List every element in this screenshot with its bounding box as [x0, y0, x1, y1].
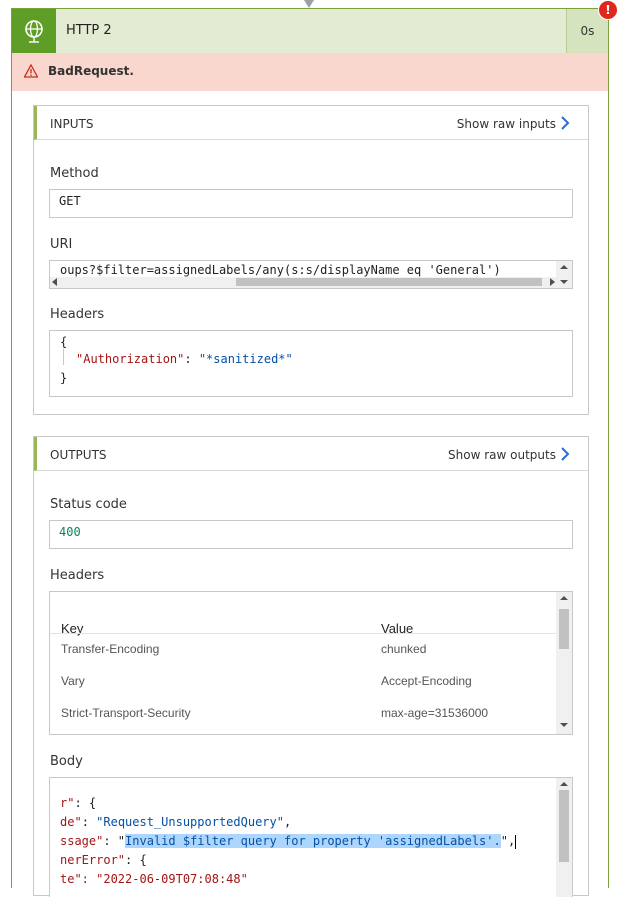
chevron-right-icon[interactable]: [560, 447, 570, 461]
body-line: nerError": {: [60, 853, 147, 867]
globe-icon: [12, 9, 56, 53]
headers-label: Headers: [50, 307, 105, 322]
action-title: HTTP 2: [66, 23, 112, 38]
scroll-up-icon[interactable]: [560, 782, 568, 786]
method-field[interactable]: GET: [49, 189, 573, 218]
error-status-badge: !: [598, 0, 618, 20]
json-open-brace: {: [60, 335, 68, 349]
outputs-section-header: OUTPUTS Show raw outputs: [34, 437, 588, 471]
body-scroll-thumb[interactable]: [559, 790, 569, 862]
uri-horizontal-scrollbar[interactable]: [50, 277, 557, 288]
headers-vertical-scrollbar[interactable]: [556, 592, 572, 734]
body-line-selected: ssage": "Invalid $filter query for prope…: [60, 834, 517, 849]
scroll-up-icon[interactable]: [560, 596, 568, 600]
uri-vertical-scrollbar[interactable]: [556, 261, 572, 288]
inputs-section-header: INPUTS Show raw inputs: [34, 106, 588, 140]
scroll-up-icon[interactable]: [560, 265, 568, 269]
chevron-right-icon[interactable]: [560, 116, 570, 130]
body-line: de": "Request_UnsupportedQuery",: [60, 815, 292, 829]
scroll-right-icon[interactable]: [550, 278, 555, 286]
output-headers-table[interactable]: Key Value Transfer-Encoding chunked Vary A…: [49, 591, 573, 735]
scroll-down-icon[interactable]: [560, 723, 568, 727]
json-close-brace: }: [60, 371, 68, 385]
body-vertical-scrollbar[interactable]: [556, 778, 572, 897]
table-row: Strict-Transport-Security max-age=3153600…: [61, 706, 489, 720]
table-row: Transfer-Encoding chunked: [61, 642, 427, 656]
show-raw-inputs-link[interactable]: Show raw inputs: [457, 117, 556, 131]
text-cursor: [515, 834, 517, 849]
indent-guide: [63, 349, 64, 365]
table-divider: [50, 633, 556, 634]
status-code-value: 400: [59, 525, 81, 539]
inputs-section: INPUTS Show raw inputs Method GET URI ou…: [33, 105, 589, 415]
outputs-title: OUTPUTS: [50, 448, 107, 462]
body-label: Body: [50, 754, 83, 769]
uri-field[interactable]: oups?$filter=assignedLabels/any(s:s/disp…: [49, 260, 573, 289]
uri-scroll-thumb[interactable]: [236, 278, 542, 286]
method-label: Method: [50, 166, 99, 181]
error-message: BadRequest.: [48, 64, 134, 78]
scroll-left-icon[interactable]: [52, 278, 57, 286]
uri-label: URI: [50, 237, 73, 252]
headers-scroll-thumb[interactable]: [559, 609, 569, 649]
status-code-field[interactable]: 400: [49, 520, 573, 549]
input-headers-field[interactable]: { "Authorization": "*sanitized*" }: [49, 330, 573, 397]
body-field[interactable]: r": { de": "Request_UnsupportedQuery", s…: [49, 777, 573, 897]
body-line: r": {: [60, 796, 97, 810]
uri-value: oups?$filter=assignedLabels/any(s:s/disp…: [60, 263, 501, 277]
method-value: GET: [59, 194, 81, 208]
connector-arrow: [304, 0, 314, 8]
warning-icon: [24, 64, 38, 78]
http-action-card: HTTP 2 0s BadRequest. INPUTS Show raw in…: [11, 8, 609, 897]
card-header[interactable]: HTTP 2 0s: [12, 9, 608, 54]
selected-text: Invalid $filter query for property 'assi…: [125, 834, 501, 848]
inputs-title: INPUTS: [50, 117, 94, 131]
outputs-section: OUTPUTS Show raw outputs Status code 400…: [33, 436, 589, 897]
status-code-label: Status code: [50, 497, 127, 512]
body-line: te": "2022-06-09T07:08:48": [60, 872, 248, 886]
scroll-down-icon[interactable]: [560, 280, 568, 284]
authorization-header-line: "Authorization": "*sanitized*": [76, 352, 293, 366]
output-headers-label: Headers: [50, 568, 105, 583]
error-banner: BadRequest.: [12, 53, 608, 91]
table-row: Vary Accept-Encoding: [61, 674, 472, 688]
show-raw-outputs-link[interactable]: Show raw outputs: [448, 448, 556, 462]
